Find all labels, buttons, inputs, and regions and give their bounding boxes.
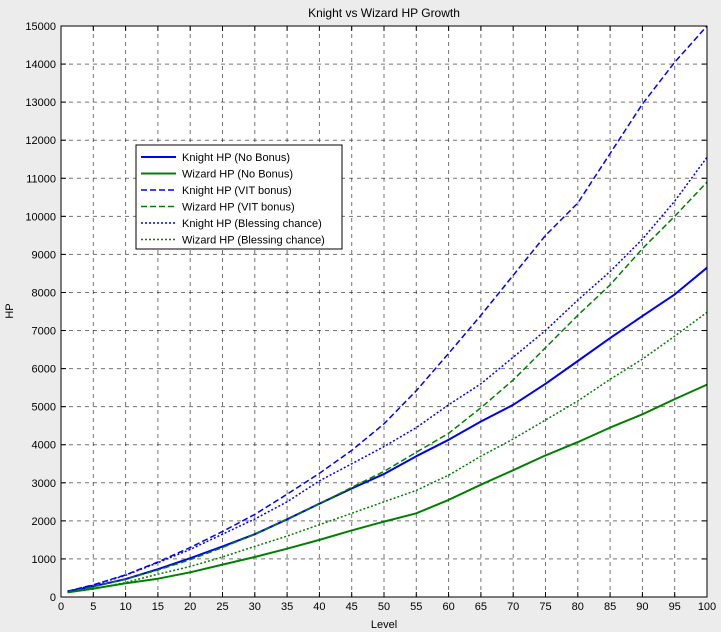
y-tick-label: 6000	[32, 364, 56, 376]
x-tick-label: 85	[604, 601, 616, 613]
legend-label-4: Knight HP (Blessing chance)	[182, 218, 322, 230]
y-tick-label: 0	[50, 592, 56, 604]
legend-label-3: Wizard HP (VIT bonus)	[182, 202, 295, 214]
x-tick-label: 50	[378, 601, 390, 613]
y-tick-label: 14000	[25, 59, 56, 71]
y-tick-label: 8000	[32, 287, 56, 299]
y-tick-label: 7000	[32, 326, 56, 338]
legend-label-0: Knight HP (No Bonus)	[182, 152, 290, 164]
y-tick-label: 12000	[25, 135, 56, 147]
y-tick-label: 4000	[32, 440, 56, 452]
x-tick-label: 25	[216, 601, 228, 613]
y-tick-label: 9000	[32, 249, 56, 261]
legend-label-1: Wizard HP (No Bonus)	[182, 169, 293, 181]
y-tick-label: 15000	[25, 21, 56, 33]
x-tick-label: 60	[442, 601, 454, 613]
chart-title: Knight vs Wizard HP Growth	[308, 6, 460, 20]
y-axis-label: HP	[4, 303, 16, 318]
x-axis-label: Level	[371, 619, 397, 631]
x-tick-label: 70	[507, 601, 519, 613]
y-tick-label: 13000	[25, 97, 56, 109]
x-tick-label: 10	[119, 601, 131, 613]
y-tick-label: 3000	[32, 478, 56, 490]
plot-area	[61, 26, 707, 597]
chart-figure: 0 5 10 15 20 25 30 35 40 45 50 55 60 65 70 75 80 85 90 95 10…	[0, 0, 721, 632]
x-tick-label: 55	[410, 601, 422, 613]
y-tick-label: 11000	[26, 173, 56, 185]
x-tick-label: 40	[313, 601, 325, 613]
x-tick-label: 20	[184, 601, 196, 613]
y-tick-label: 1000	[32, 554, 56, 566]
legend: Knight HP (No Bonus) Wizard HP (No Bonus)…	[135, 144, 343, 250]
x-tick-label: 90	[636, 601, 648, 613]
x-tick-label: 100	[698, 601, 716, 613]
y-tick-label: 5000	[32, 402, 56, 414]
x-tick-label: 0	[58, 601, 64, 613]
x-tick-label: 45	[346, 601, 358, 613]
x-tick-label: 95	[669, 601, 681, 613]
x-tick-label: 35	[281, 601, 293, 613]
x-tick-label: 5	[90, 601, 96, 613]
x-tick-label: 15	[152, 601, 164, 613]
y-tick-label: 2000	[32, 516, 56, 528]
x-tick-label: 65	[475, 601, 487, 613]
legend-label-2: Knight HP (VIT bonus)	[182, 185, 292, 197]
x-tick-label: 30	[249, 601, 261, 613]
y-tick-label: 10000	[25, 211, 56, 223]
legend-label-5: Wizard HP (Blessing chance)	[182, 235, 325, 247]
x-tick-label: 80	[572, 601, 584, 613]
x-tick-label: 75	[539, 601, 551, 613]
